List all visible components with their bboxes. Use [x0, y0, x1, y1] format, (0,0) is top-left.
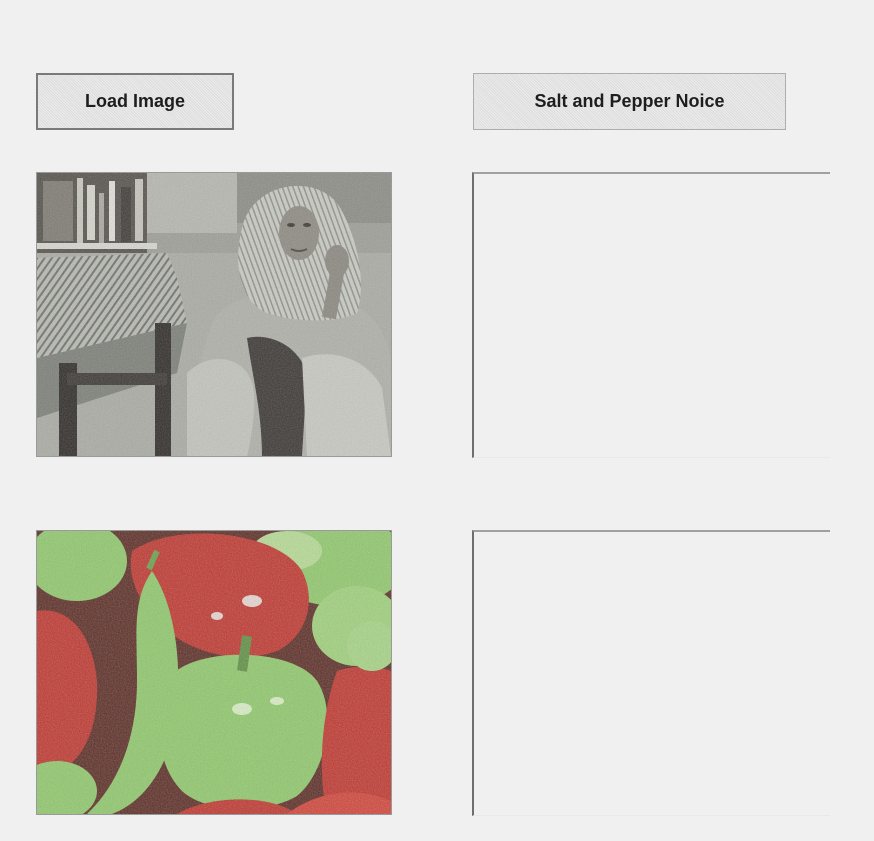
- output-image-top: [472, 172, 830, 458]
- grayscale-photo: [37, 173, 391, 456]
- peppers-photo: [37, 531, 391, 814]
- input-image-grayscale: [36, 172, 392, 457]
- salt-pepper-noise-button[interactable]: Salt and Pepper Noice: [473, 73, 786, 130]
- load-image-button[interactable]: Load Image: [36, 73, 234, 130]
- output-image-bottom: [472, 530, 830, 816]
- input-image-color: [36, 530, 392, 815]
